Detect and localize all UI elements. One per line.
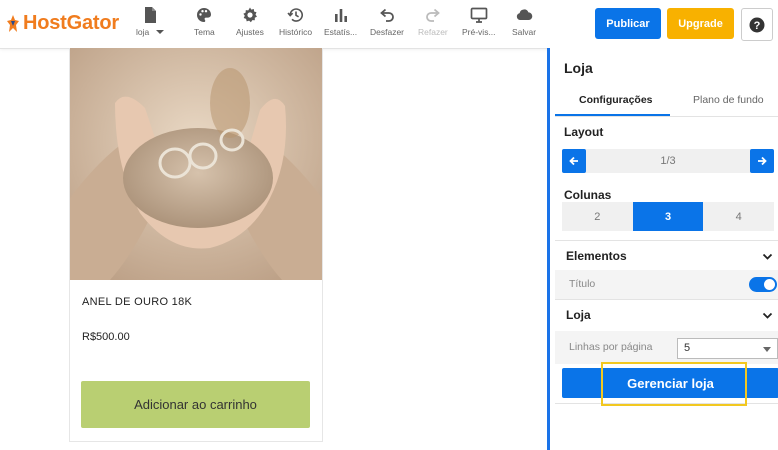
toolbar-estatisticas[interactable]: Estatís... (324, 6, 357, 37)
toolbar-label: Histórico (279, 27, 313, 37)
chevron-down-icon[interactable] (762, 310, 773, 321)
product-price: R$500.00 (82, 331, 130, 343)
layout-value: 1/3 (660, 155, 676, 167)
rows-per-page-value: 5 (684, 342, 691, 354)
tab-configuracoes[interactable]: Configurações (579, 94, 653, 106)
columns-selector: 2 3 4 (562, 202, 774, 231)
bar-chart-icon (334, 9, 347, 22)
toolbar-label: Tema (194, 27, 215, 37)
brand-name: HostGator (23, 12, 119, 34)
store-section-title[interactable]: Loja (566, 308, 591, 322)
product-image[interactable] (70, 48, 322, 280)
product-name: ANEL DE OURO 18K (82, 296, 193, 308)
add-to-cart-button[interactable]: Adicionar ao carrinho (81, 381, 310, 428)
tab-plano-de-fundo[interactable]: Plano de fundo (693, 94, 764, 106)
help-label: ? (754, 20, 761, 32)
gator-icon (7, 14, 19, 32)
redo-icon (425, 8, 440, 22)
layout-label: Layout (564, 125, 604, 139)
undo-icon (380, 8, 394, 22)
rows-per-page-label: Linhas por página (569, 341, 653, 353)
rows-per-page-row: Linhas por página 5 (555, 331, 778, 364)
toolbar-tema[interactable]: Tema (194, 6, 215, 37)
toolbar-historico[interactable]: Histórico (279, 6, 312, 37)
upgrade-button[interactable]: Upgrade (667, 8, 734, 39)
page-selector-label: loja (136, 27, 150, 37)
title-toggle-label: Título (569, 278, 596, 290)
cloud-icon (516, 9, 533, 20)
title-toggle[interactable] (749, 277, 777, 292)
top-toolbar: HostGator loja Tema Ajustes Histórico Es… (0, 0, 778, 49)
toolbar-salvar[interactable]: Salvar (512, 6, 536, 37)
columns-option-3[interactable]: 3 (632, 202, 704, 231)
layout-prev-button[interactable] (562, 149, 586, 173)
caret-down-icon (763, 347, 771, 352)
palette-icon (197, 8, 212, 22)
title-toggle-row: Título (555, 270, 778, 299)
toolbar-label: Salvar (512, 27, 537, 37)
arrow-right-icon (758, 156, 767, 166)
publish-button[interactable]: Publicar (595, 8, 661, 39)
columns-option-4[interactable]: 4 (703, 202, 774, 231)
toolbar-label: Ajustes (236, 27, 264, 37)
product-card[interactable]: ANEL DE OURO 18K R$500.00 Adicionar ao c… (69, 48, 323, 442)
panel-title: Loja (564, 60, 593, 76)
layout-next-button[interactable] (750, 149, 774, 173)
toolbar-label: Pré-vis... (462, 27, 496, 37)
layout-pager: 1/3 (562, 149, 774, 173)
columns-option-2[interactable]: 2 (562, 202, 633, 231)
divider (555, 240, 778, 241)
hostgator-logo[interactable]: HostGator (6, 12, 119, 35)
monitor-icon (470, 7, 488, 23)
panel-tabs: Configurações Plano de fundo (555, 86, 778, 117)
history-icon (286, 8, 303, 22)
divider (555, 403, 778, 404)
toggle-knob (764, 279, 775, 290)
divider (555, 299, 778, 300)
toolbar-label: Estatís... (324, 27, 358, 37)
caret-down-icon (155, 30, 164, 34)
toolbar-ajustes[interactable]: Ajustes (236, 6, 264, 37)
toolbar-refazer[interactable]: Refazer (418, 6, 448, 37)
toolbar-previsualizar[interactable]: Pré-vis... (462, 6, 496, 37)
help-icon: ? (749, 17, 765, 32)
elements-section-title[interactable]: Elementos (566, 249, 627, 263)
store-settings-panel: Loja Configurações Plano de fundo Layout… (547, 48, 778, 450)
toolbar-desfazer[interactable]: Desfazer (370, 6, 404, 37)
active-tab-indicator (555, 114, 670, 116)
arrow-left-icon (569, 156, 578, 166)
page-selector[interactable]: loja (136, 6, 164, 37)
manage-store-button[interactable]: Gerenciar loja (562, 368, 778, 398)
gear-icon (243, 7, 257, 23)
document-icon (144, 7, 156, 23)
toolbar-label: Refazer (418, 27, 448, 37)
chevron-down-icon[interactable] (762, 251, 773, 262)
toolbar-label: Desfazer (370, 27, 405, 37)
help-button[interactable]: ? (741, 8, 773, 41)
columns-label: Colunas (564, 188, 612, 202)
rows-per-page-select[interactable]: 5 (677, 338, 778, 359)
